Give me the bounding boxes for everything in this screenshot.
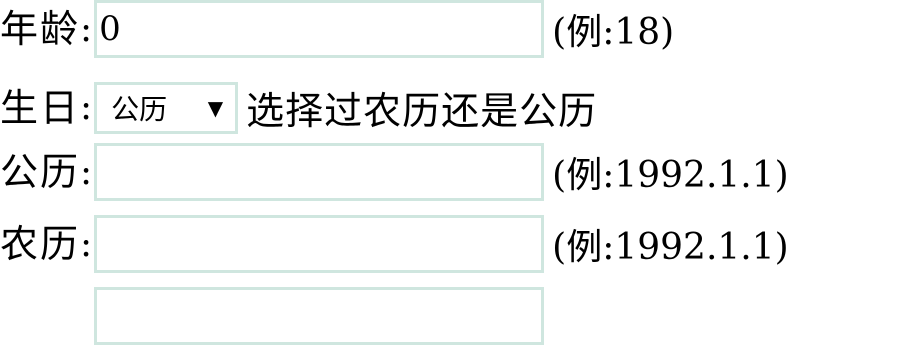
calendar-type-selected-value: 公历 — [111, 92, 168, 126]
calendar-type-select[interactable]: 公历 ▼ — [94, 81, 239, 134]
solar-label: 公历 — [0, 150, 81, 194]
solar-colon: : — [80, 151, 93, 193]
age-label: 年龄 — [0, 7, 81, 51]
solar-hint: (例:1992.1.1) — [552, 155, 789, 196]
lunar-row: 农历 : (例:1992.1.1) — [0, 215, 789, 273]
birthday-colon: : — [80, 87, 93, 128]
birthday-row: 生日 : 公历 ▼ 选择过农历还是公历 — [0, 80, 597, 135]
age-input[interactable] — [94, 0, 545, 58]
chevron-down-icon: ▼ — [207, 95, 224, 120]
lunar-colon: : — [80, 223, 93, 265]
birthday-label: 生日 — [0, 85, 81, 130]
calendar-type-note: 选择过农历还是公历 — [246, 89, 598, 133]
solar-date-input[interactable] — [94, 143, 545, 201]
age-row: 年龄 : (例:18) — [0, 0, 674, 58]
solar-row: 公历 : (例:1992.1.1) — [0, 143, 789, 201]
partial-input[interactable] — [94, 287, 545, 345]
lunar-hint: (例:1992.1.1) — [552, 227, 789, 268]
age-hint: (例:18) — [552, 12, 675, 53]
lunar-label: 农历 — [0, 222, 81, 266]
age-colon: : — [80, 8, 93, 50]
lunar-date-input[interactable] — [94, 215, 545, 273]
partial-row: : — [0, 287, 545, 345]
